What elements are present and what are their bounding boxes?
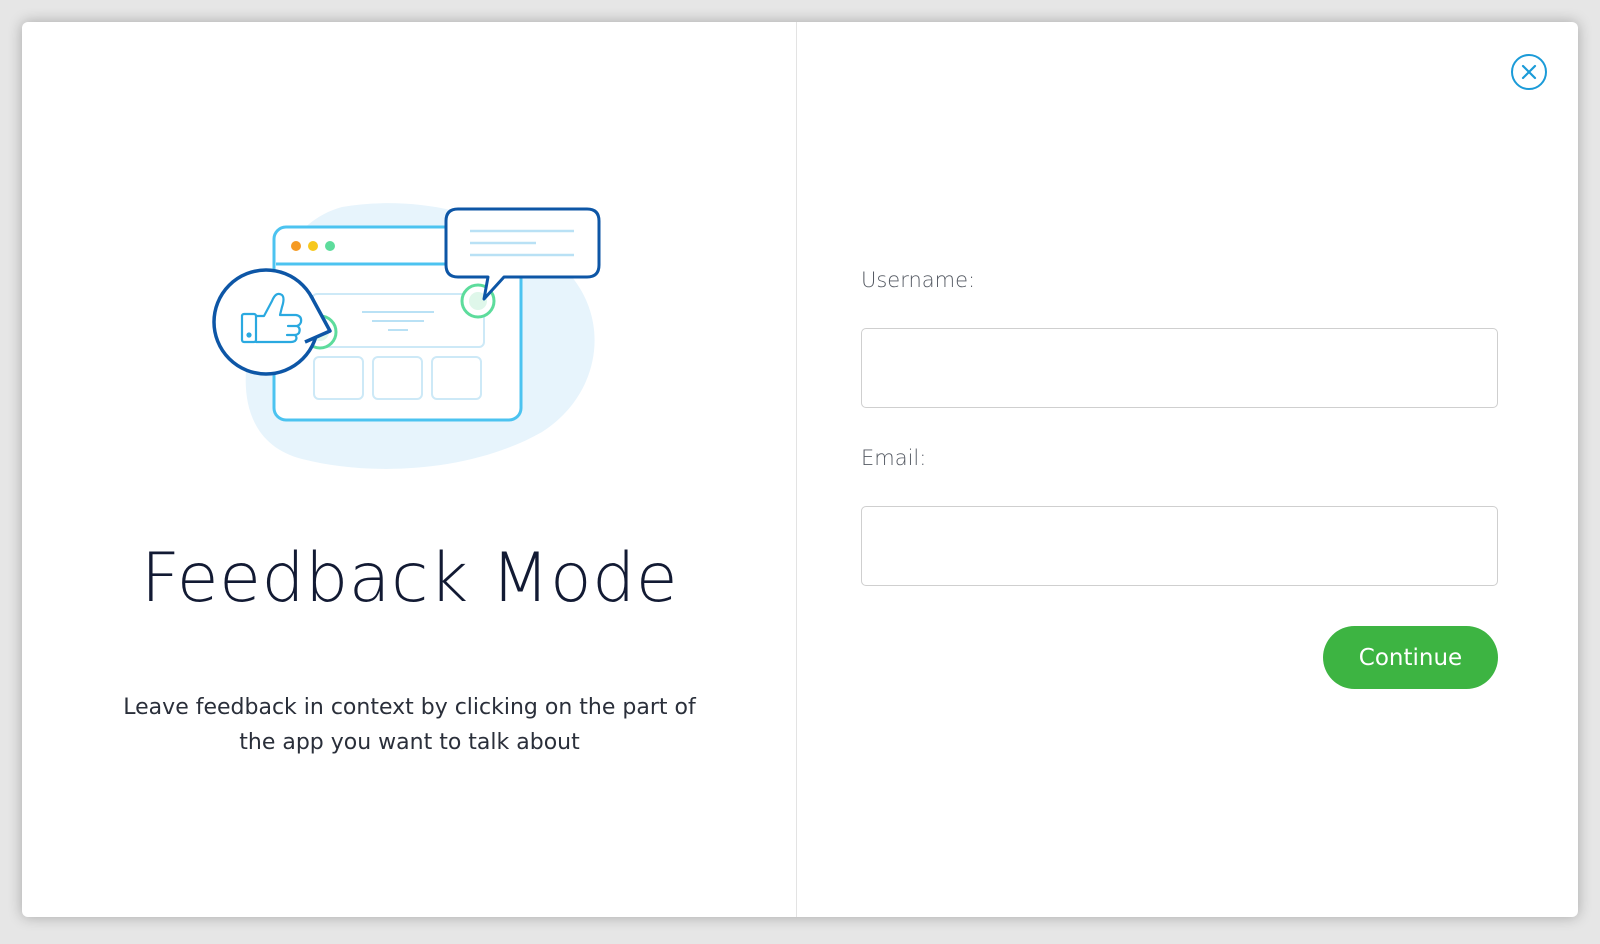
feedback-illustration [212,203,601,469]
page-description: Leave feedback in context by clicking on… [123,695,696,755]
email-label: Email: [861,446,927,470]
window-dot-orange [291,241,301,251]
email-input[interactable] [861,506,1498,586]
page-title: Feedback Mode [140,539,679,618]
window-dot-yellow [308,241,318,251]
feedback-info-panel: Feedback Mode Leave feedback in context … [22,22,797,917]
close-button[interactable] [1511,54,1547,90]
continue-button[interactable]: Continue [1323,626,1498,689]
window-dot-green [325,241,335,251]
username-input[interactable] [861,328,1498,408]
close-icon [1521,64,1537,80]
login-form-panel: Username: Email: Continue [797,22,1578,917]
username-label: Username: [861,268,976,292]
feedback-modal: Feedback Mode Leave feedback in context … [22,22,1578,917]
